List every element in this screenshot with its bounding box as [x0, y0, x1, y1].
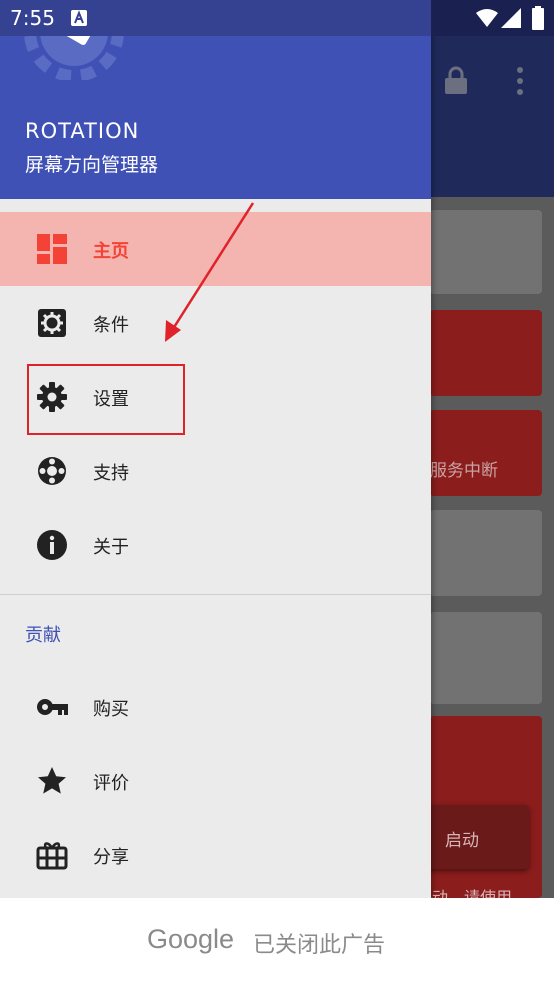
- nav-item-rate[interactable]: 评价: [0, 744, 431, 818]
- navigation-drawer: ROTATION 屏幕方向管理器 主页 条件 设置 支持 关于 贡献 购买 评价…: [0, 0, 431, 898]
- drawer-divider: [0, 594, 431, 595]
- dashboard-icon: [37, 234, 67, 264]
- key-icon: [37, 699, 68, 715]
- notification-a-icon: [71, 10, 87, 26]
- gear-box-icon: [38, 309, 66, 337]
- nav-item-label: 购买: [93, 699, 129, 720]
- battery-icon: [532, 6, 544, 30]
- nav-item-support[interactable]: 支持: [0, 434, 431, 508]
- background-card-text: 服务中断: [430, 461, 498, 481]
- more-options-icon[interactable]: [512, 66, 528, 96]
- drawer-app-name: ROTATION: [25, 119, 140, 143]
- nav-item-about[interactable]: 关于: [0, 508, 431, 582]
- nav-item-label: 分享: [93, 847, 129, 868]
- background-bottom-text: 动，请使用: [432, 888, 513, 898]
- drawer-app-subtitle: 屏幕方向管理器: [25, 154, 159, 176]
- nav-item-label: 条件: [93, 315, 129, 336]
- gift-icon: [36, 842, 68, 870]
- nav-item-share[interactable]: 分享: [0, 818, 431, 892]
- nav-item-conditions[interactable]: 条件: [0, 286, 431, 360]
- nav-item-label: 主页: [93, 241, 129, 262]
- start-button-label: 启动: [445, 831, 479, 851]
- signal-icon: [501, 8, 521, 28]
- section-title-contribute: 贡献: [25, 625, 61, 646]
- background-card: [430, 612, 542, 704]
- ad-google-logo: Google: [147, 924, 235, 954]
- info-icon: [37, 530, 67, 560]
- nav-item-buy[interactable]: 购买: [0, 670, 431, 744]
- background-card: [430, 310, 542, 396]
- nav-item-label: 评价: [93, 773, 129, 794]
- ad-banner: Google 已关闭此广告: [0, 898, 554, 985]
- ad-closed-message: 已关闭此广告: [253, 933, 386, 958]
- background-card: [430, 510, 542, 596]
- status-bar: 7:55: [0, 0, 554, 36]
- star-icon: [38, 767, 66, 794]
- wifi-icon: [476, 9, 498, 27]
- nav-item-home[interactable]: 主页: [0, 212, 431, 286]
- nav-item-label: 关于: [93, 537, 129, 558]
- lock-icon[interactable]: [443, 66, 469, 94]
- nav-item-label: 支持: [93, 463, 129, 484]
- annotation-highlight-box: [27, 364, 185, 435]
- status-time: 7:55: [10, 6, 55, 30]
- background-card: [430, 210, 542, 294]
- background-card: [430, 410, 542, 496]
- lifebuoy-icon: [38, 457, 66, 485]
